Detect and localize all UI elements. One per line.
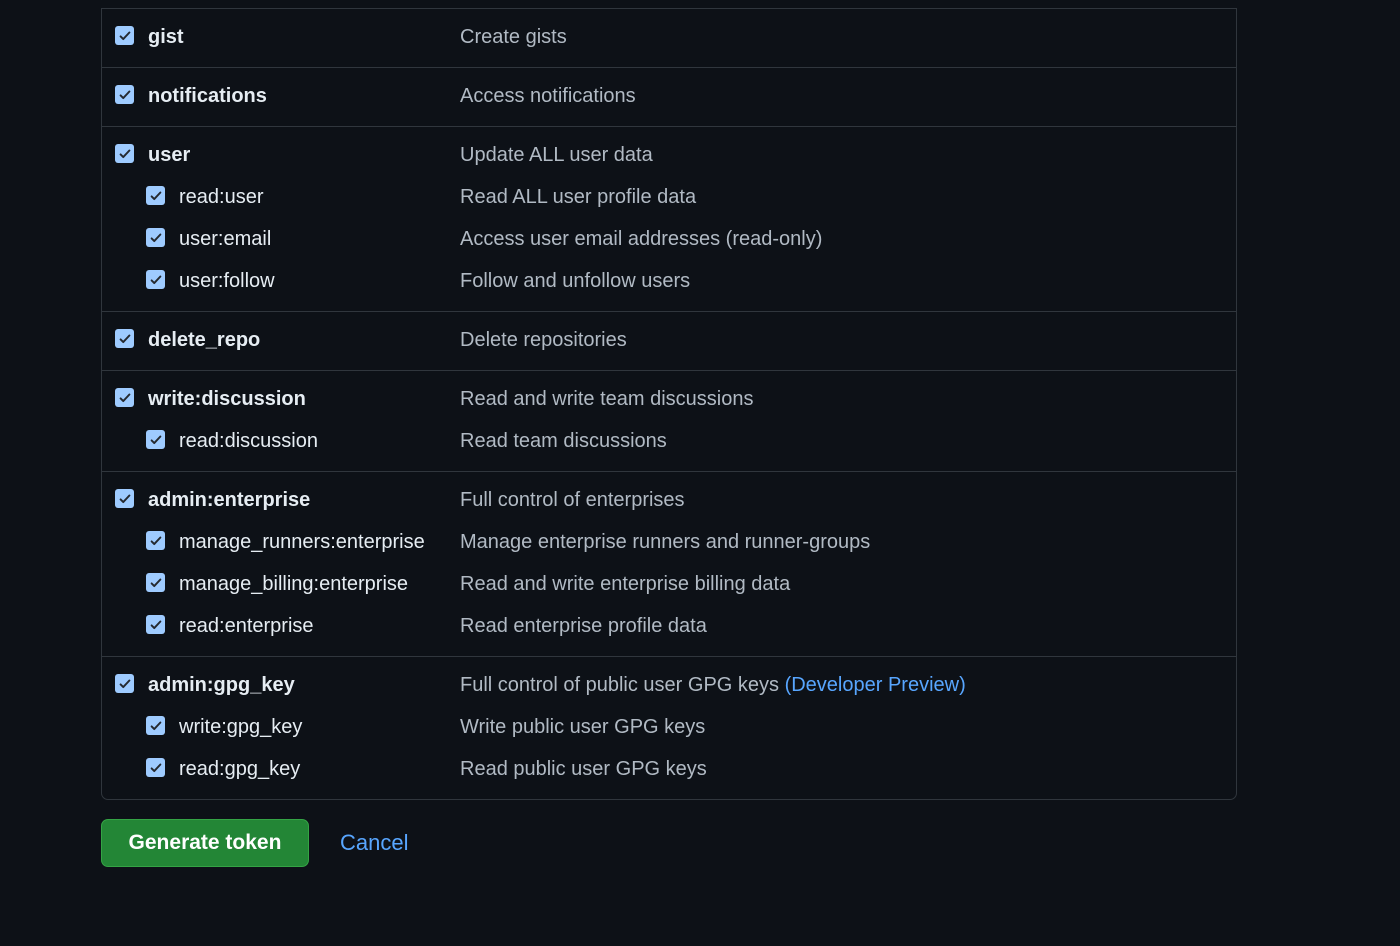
scope-name: user (148, 144, 191, 166)
scope-name: admin:gpg_key (148, 674, 295, 696)
scope-row: write:discussion Read and write team disc… (102, 379, 1236, 421)
scope-group: write:discussion Read and write team disc… (102, 370, 1236, 471)
scope-name: user:follow (179, 270, 275, 292)
checkbox[interactable] (115, 26, 134, 45)
checkbox[interactable] (115, 329, 134, 348)
developer-preview-link[interactable]: (Developer Preview) (785, 674, 966, 696)
scope-name: read:discussion (179, 430, 318, 452)
scope-name: manage_billing:enterprise (179, 573, 409, 595)
subscope-row: read:user Read ALL user profile data (102, 177, 1236, 219)
scope-group: notifications Access notifications (102, 67, 1236, 126)
checkmark-icon (149, 576, 163, 590)
checkbox[interactable] (146, 758, 165, 777)
scope-name: write:discussion (148, 388, 306, 410)
scope-name: read:enterprise (179, 615, 314, 637)
checkbox[interactable] (115, 85, 134, 104)
scope-row: admin:enterprise Full control of enterpri… (102, 480, 1236, 522)
checkbox[interactable] (115, 144, 134, 163)
scope-description: Read public user GPG keys (460, 758, 707, 780)
checkmark-icon (149, 534, 163, 548)
checkmark-icon (118, 29, 132, 43)
subscope-row: manage_billing:enterprise Read and write … (102, 564, 1236, 606)
scope-description: Full control of enterprises (460, 489, 685, 511)
form-actions: Generate token Cancel (101, 819, 408, 867)
cancel-link[interactable]: Cancel (340, 830, 408, 856)
subscope-row: write:gpg_key Write public user GPG keys (102, 707, 1236, 749)
checkmark-icon (149, 719, 163, 733)
scope-description: Access notifications (460, 85, 636, 107)
scope-group: admin:enterprise Full control of enterpri… (102, 471, 1236, 656)
scope-description: Update ALL user data (460, 144, 653, 166)
checkmark-icon (149, 433, 163, 447)
scope-group: user Update ALL user data read:user Read AL… (102, 126, 1236, 311)
subscope-row: read:gpg_key Read public user GPG keys (102, 749, 1236, 791)
checkbox[interactable] (115, 388, 134, 407)
checkbox[interactable] (146, 186, 165, 205)
checkmark-icon (118, 391, 132, 405)
scope-description: Follow and unfollow users (460, 270, 691, 292)
checkmark-icon (149, 231, 163, 245)
scope-description: Full control of public user GPG keys (De… (460, 674, 966, 696)
checkmark-icon (118, 147, 132, 161)
checkbox[interactable] (146, 573, 165, 592)
subscope-row: manage_runners:enterprise Manage enterpri… (102, 522, 1236, 564)
scope-description: Read and write team discussions (460, 388, 754, 410)
scopes-list: gist Create gists notifications Access noti… (101, 8, 1237, 800)
generate-token-button[interactable]: Generate token (101, 819, 309, 867)
scope-name: notifications (148, 85, 267, 107)
subscope-row: user:email Access user email addresses (r… (102, 219, 1236, 261)
scope-description: Read team discussions (460, 430, 667, 452)
scope-description: Read ALL user profile data (460, 186, 697, 208)
checkbox[interactable] (146, 228, 165, 247)
scope-description: Read and write enterprise billing data (460, 573, 791, 595)
checkmark-icon (149, 189, 163, 203)
scope-name: read:gpg_key (179, 758, 301, 780)
scope-group: gist Create gists (102, 9, 1236, 67)
checkmark-icon (118, 677, 132, 691)
scope-group: admin:gpg_key Full control of public user… (102, 656, 1236, 799)
scope-row: gist Create gists (102, 17, 1236, 59)
scope-description: Manage enterprise runners and runner-gro… (460, 531, 871, 553)
scope-row: delete_repo Delete repositories (102, 320, 1236, 362)
scope-description: Write public user GPG keys (460, 716, 706, 738)
checkmark-icon (118, 88, 132, 102)
scope-name: write:gpg_key (179, 716, 303, 738)
subscope-row: read:discussion Read team discussions (102, 421, 1236, 463)
scope-name: gist (148, 26, 184, 48)
checkbox[interactable] (146, 270, 165, 289)
checkmark-icon (149, 761, 163, 775)
scope-name: manage_runners:enterprise (179, 531, 425, 553)
checkbox[interactable] (146, 615, 165, 634)
scope-row: notifications Access notifications (102, 76, 1236, 118)
checkbox[interactable] (146, 430, 165, 449)
scope-name: delete_repo (148, 329, 261, 351)
scope-row: user Update ALL user data (102, 135, 1236, 177)
checkbox[interactable] (146, 531, 165, 550)
subscope-row: user:follow Follow and unfollow users (102, 261, 1236, 303)
checkmark-icon (149, 618, 163, 632)
scope-name: read:user (179, 186, 264, 208)
scope-row: admin:gpg_key Full control of public user… (102, 665, 1236, 707)
scope-description: Delete repositories (460, 329, 627, 351)
scope-name: admin:enterprise (148, 489, 311, 511)
checkmark-icon (118, 332, 132, 346)
checkbox[interactable] (115, 489, 134, 508)
checkbox[interactable] (146, 716, 165, 735)
checkbox[interactable] (115, 674, 134, 693)
scope-description: Read enterprise profile data (460, 615, 707, 637)
checkmark-icon (149, 273, 163, 287)
scope-description: Create gists (460, 26, 567, 48)
subscope-row: read:enterprise Read enterprise profile d… (102, 606, 1236, 648)
scope-group: delete_repo Delete repositories (102, 311, 1236, 370)
scope-name: user:email (179, 228, 272, 250)
checkmark-icon (118, 492, 132, 506)
scope-description: Access user email addresses (read-only) (460, 228, 823, 250)
